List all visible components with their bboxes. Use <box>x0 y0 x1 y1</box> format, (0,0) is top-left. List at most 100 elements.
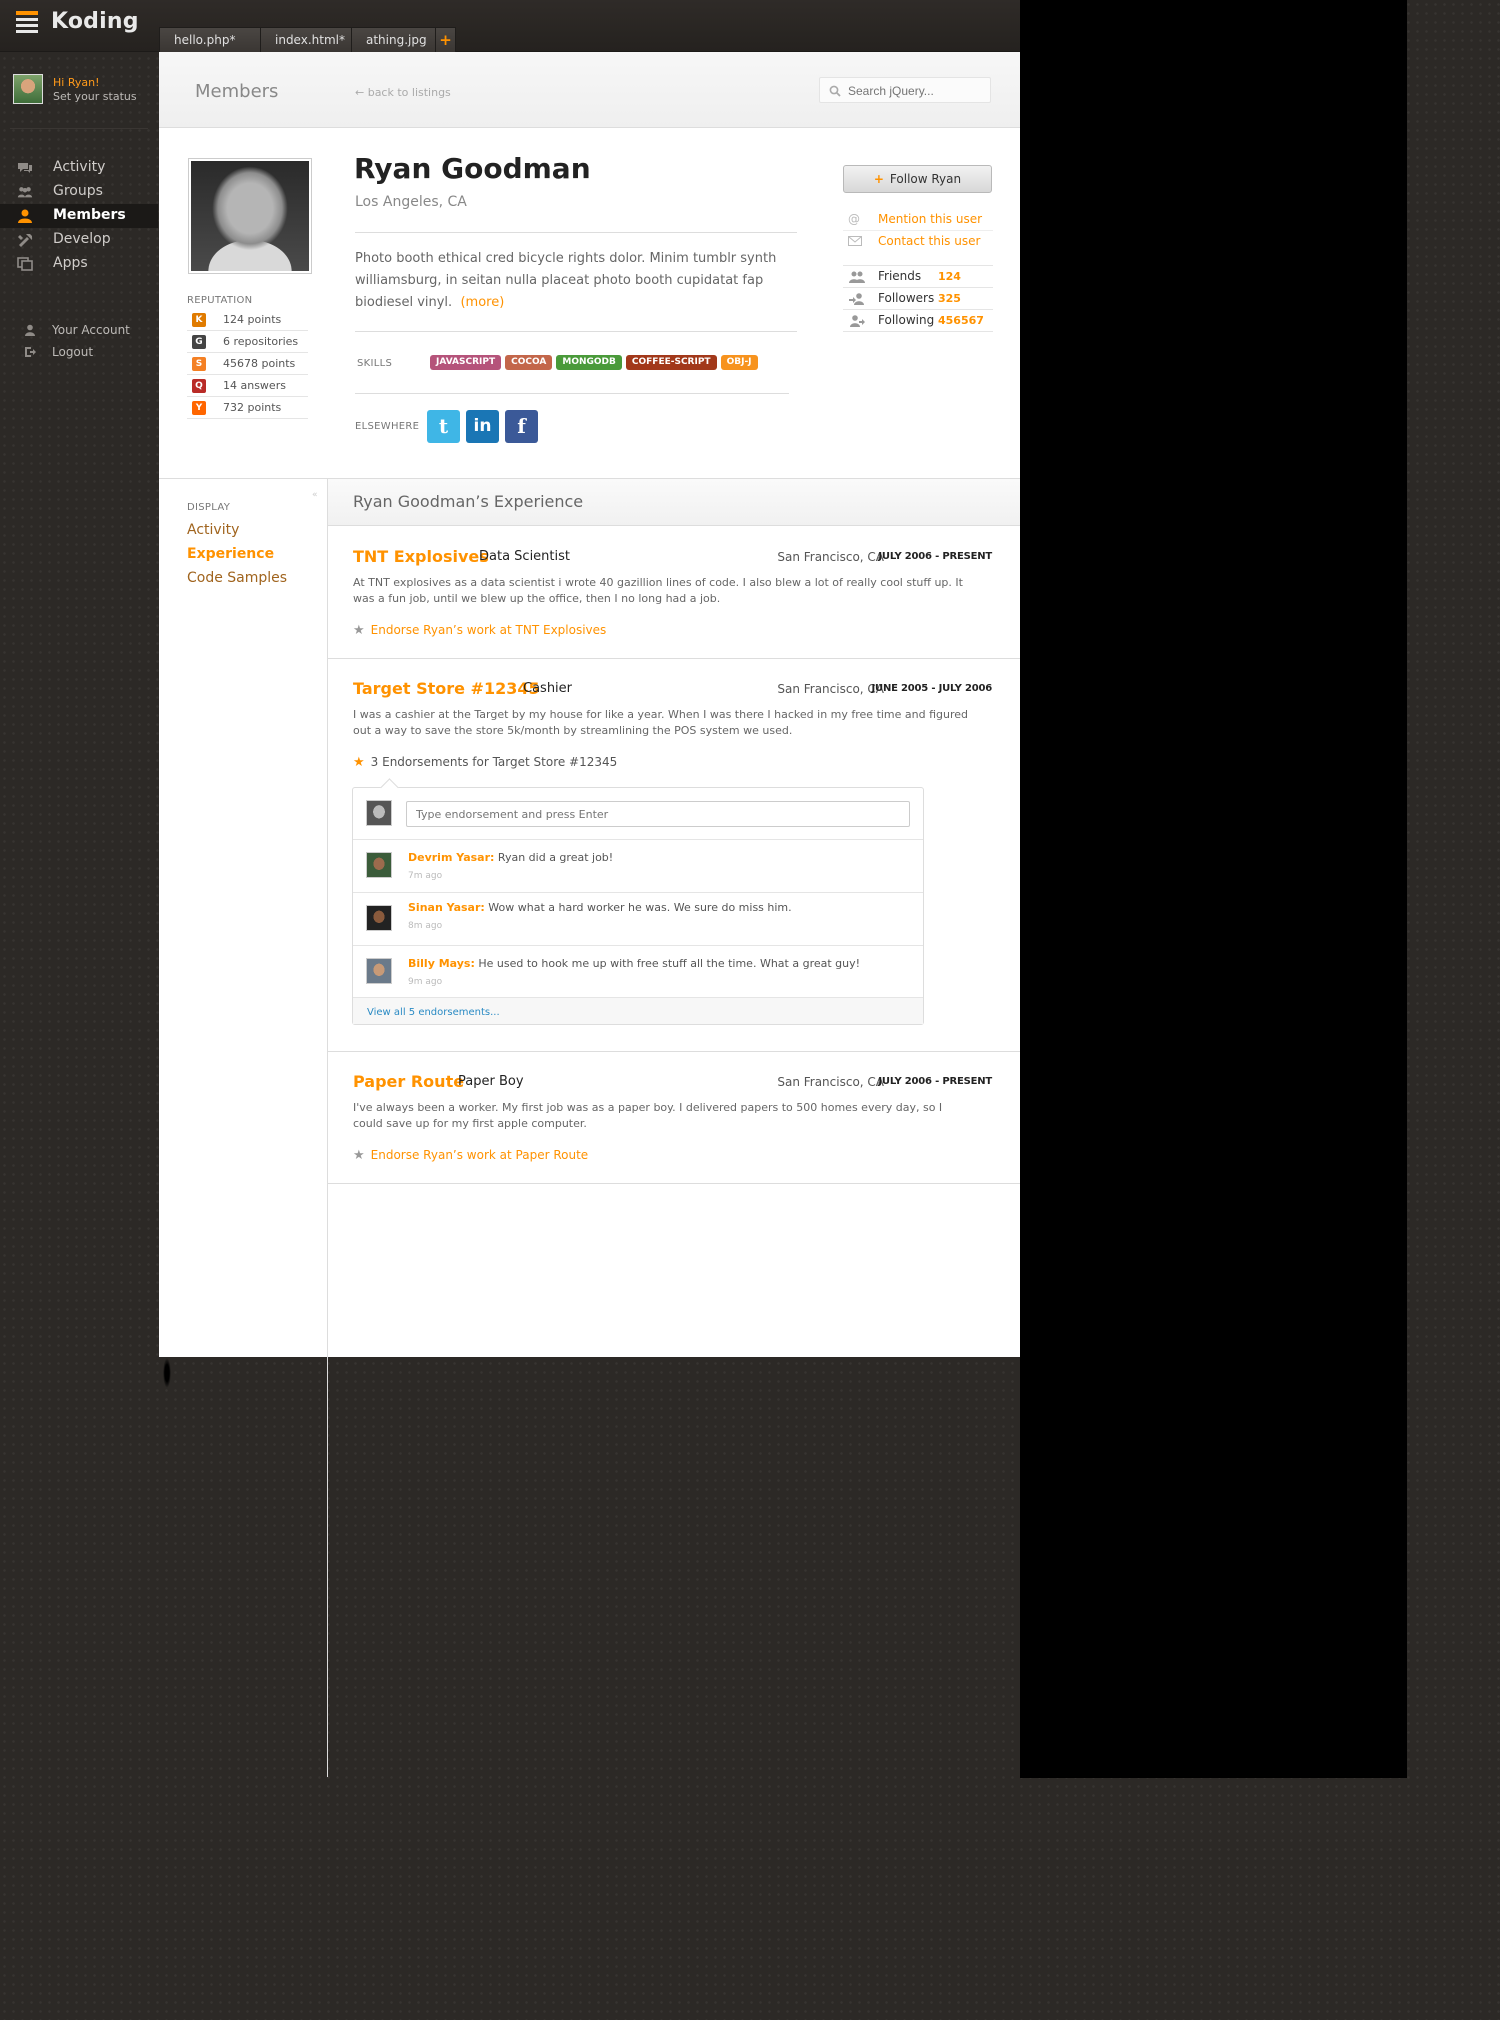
company-name[interactable]: Target Store #12345 <box>353 679 540 698</box>
nav-divider <box>10 128 148 129</box>
skills-list: JAVASCRIPT COCOA MONGODB COFFEE-SCRIPT OBJ-J <box>430 355 758 370</box>
contact-label: Contact this user <box>878 234 981 248</box>
avatar[interactable] <box>13 74 43 104</box>
sidebar-item-label: Apps <box>53 255 88 271</box>
avatar[interactable] <box>366 905 392 931</box>
sidebar-item-label: Groups <box>53 183 103 199</box>
view-all-endorsements-link[interactable]: View all 5 endorsements... <box>367 1007 500 1018</box>
endorsement-message: He used to hook me up with free stuff al… <box>474 957 861 970</box>
followers-icon <box>849 293 864 305</box>
skill-tag[interactable]: MONGODB <box>556 355 622 370</box>
set-status-link[interactable]: Set your status <box>53 90 137 103</box>
facebook-icon[interactable]: f <box>505 410 538 443</box>
endorsement-text: Sinan Yasar: Wow what a hard worker he w… <box>408 901 792 914</box>
account-icon <box>25 324 35 336</box>
twitter-icon[interactable]: t <box>427 410 460 443</box>
search-icon <box>829 85 841 97</box>
koding-logo-icon[interactable] <box>16 11 38 37</box>
activity-icon <box>18 163 32 173</box>
reputation-source-icon: G <box>192 335 206 349</box>
stat-followers[interactable]: Followers 325 <box>843 288 993 310</box>
display-link-code-samples[interactable]: Code Samples <box>187 570 287 586</box>
endorsement-item: Sinan Yasar: Wow what a hard worker he w… <box>353 893 923 946</box>
friends-icon <box>849 271 865 283</box>
sidebar-item-apps[interactable]: Apps <box>0 252 158 276</box>
collapse-icon[interactable]: « <box>312 490 318 500</box>
display-link-experience[interactable]: Experience <box>187 546 274 562</box>
job-role: Data Scientist <box>479 549 570 564</box>
tab-athing-jpg[interactable]: athing.jpg <box>351 27 435 52</box>
reputation-value: 6 repositories <box>223 335 299 348</box>
reputation-source-icon: Y <box>192 401 206 415</box>
column-guide-line <box>327 1357 328 1777</box>
bio-more-link[interactable]: (more) <box>460 295 504 310</box>
divider <box>355 393 789 394</box>
endorse-label: Endorse Ryan’s work at TNT Explosives <box>370 623 607 637</box>
search-input[interactable] <box>848 82 986 99</box>
job-location: San Francisco, CA <box>777 550 884 564</box>
reputation-row: S 45678 points <box>187 353 308 375</box>
sidebar-item-activity[interactable]: Activity <box>0 156 158 180</box>
avatar[interactable] <box>366 852 392 878</box>
endorsement-input[interactable] <box>406 801 910 827</box>
top-bar: Koding <box>0 0 1020 52</box>
search-box[interactable] <box>819 77 991 103</box>
reputation-row: Y 732 points <box>187 397 308 419</box>
divider <box>355 232 797 233</box>
endorse-link[interactable]: ★ Endorse Ryan’s work at Paper Route <box>353 1148 588 1163</box>
develop-icon <box>18 234 32 247</box>
stat-label: Friends <box>878 269 922 283</box>
mention-user-link[interactable]: @ Mention this user <box>843 209 993 231</box>
endorser-name[interactable]: Billy Mays: <box>408 957 475 970</box>
display-link-activity[interactable]: Activity <box>187 522 239 538</box>
sidebar-item-members[interactable]: Members <box>0 204 158 228</box>
back-to-listings-link[interactable]: ← back to listings <box>355 86 451 99</box>
your-account-link[interactable]: Your Account <box>0 321 158 341</box>
stat-label: Following <box>878 313 935 327</box>
sidebar-item-groups[interactable]: Groups <box>0 180 158 204</box>
follow-button[interactable]: + Follow Ryan <box>843 165 992 193</box>
reputation-source-icon: S <box>192 357 206 371</box>
endorsement-count-label: 3 Endorsements for Target Store #12345 <box>370 755 618 769</box>
job-description: I've always been a worker. My first job … <box>353 1101 943 1130</box>
stat-following[interactable]: Following 456567 <box>843 310 993 332</box>
stat-value: 124 <box>938 270 961 283</box>
reputation-source-icon: Q <box>192 379 206 393</box>
reputation-source-icon: K <box>192 313 206 327</box>
tab-index-html[interactable]: index.html* <box>260 27 351 52</box>
skill-tag[interactable]: JAVASCRIPT <box>430 355 502 370</box>
following-icon <box>850 315 865 327</box>
main-panel: Members ← back to listings REPUTATION Ry… <box>159 52 1020 1357</box>
account-label: Your Account <box>52 323 130 337</box>
company-name[interactable]: Paper Route <box>353 1072 464 1091</box>
tab-hello-php[interactable]: hello.php* <box>159 27 260 52</box>
contact-user-link[interactable]: Contact this user <box>843 231 993 253</box>
endorser-name[interactable]: Sinan Yasar: <box>408 901 485 914</box>
skill-tag[interactable]: OBJ-J <box>720 355 758 370</box>
avatar[interactable] <box>366 958 392 984</box>
reputation-value: 45678 points <box>223 357 296 370</box>
user-greeting[interactable]: Hi Ryan! <box>53 76 100 89</box>
sidebar-item-develop[interactable]: Develop <box>0 228 158 252</box>
endorsement-time: 7m ago <box>408 871 443 881</box>
skills-heading: SKILLS <box>357 358 393 369</box>
stat-value: 456567 <box>938 314 984 327</box>
linkedin-icon[interactable]: in <box>466 410 499 443</box>
logout-link[interactable]: Logout <box>0 343 158 363</box>
members-icon <box>18 209 32 223</box>
skill-tag[interactable]: COFFEE-SCRIPT <box>625 355 717 370</box>
company-name[interactable]: TNT Explosives <box>353 547 489 566</box>
empty-panel <box>1020 0 1407 1778</box>
job-description: I was a cashier at the Target by my hous… <box>353 708 969 737</box>
endorser-name[interactable]: Devrim Yasar: <box>408 851 494 864</box>
stat-friends[interactable]: Friends 124 <box>843 266 993 288</box>
app-logo-text[interactable]: Koding <box>51 9 139 34</box>
editor-tabs: hello.php* index.html* athing.jpg + <box>159 27 456 52</box>
endorse-link[interactable]: ★ Endorse Ryan’s work at TNT Explosives <box>353 623 606 638</box>
job-dates: JULY 2006 - PRESENT <box>878 551 992 562</box>
endorsement-count[interactable]: ★ 3 Endorsements for Target Store #12345 <box>353 755 617 770</box>
mention-label: Mention this user <box>878 212 983 226</box>
apps-icon <box>17 257 33 271</box>
add-tab-button[interactable]: + <box>435 27 456 52</box>
skill-tag[interactable]: COCOA <box>505 355 553 370</box>
